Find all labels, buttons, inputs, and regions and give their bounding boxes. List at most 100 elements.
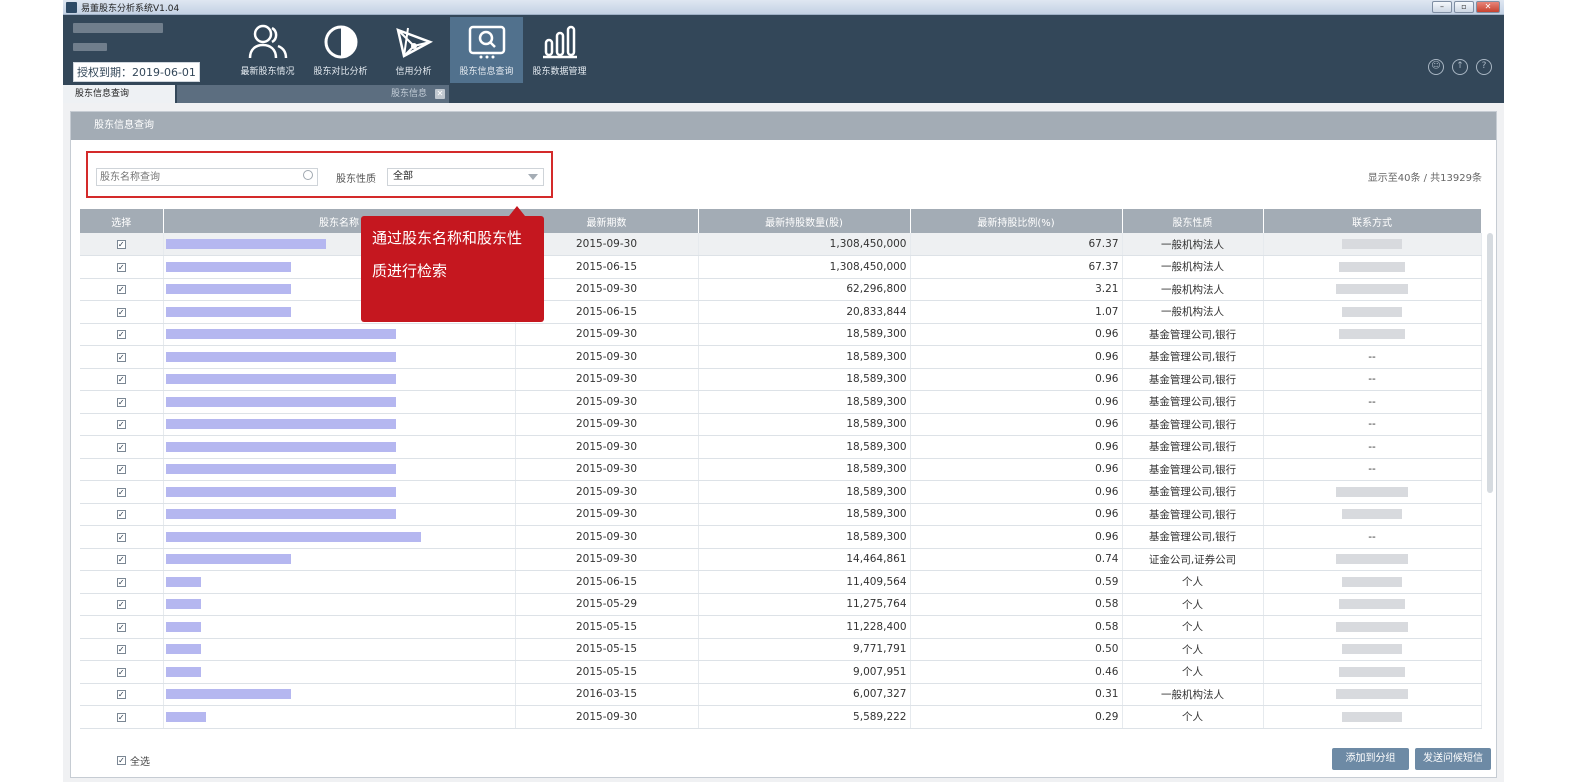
- table-row[interactable]: ✓ 2015-09-30 18,589,300 0.96 基金管理公司,银行: [80, 480, 1482, 504]
- shareholder-name-cell[interactable]: [163, 638, 516, 661]
- row-checkbox[interactable]: ✓: [116, 555, 126, 565]
- row-select-cell[interactable]: ✓: [80, 413, 164, 436]
- shareholder-name-cell[interactable]: [163, 390, 516, 414]
- row-checkbox[interactable]: ✓: [116, 622, 126, 632]
- row-select-cell[interactable]: ✓: [80, 570, 164, 594]
- search-icon[interactable]: [303, 170, 313, 180]
- row-checkbox[interactable]: ✓: [116, 577, 126, 587]
- row-checkbox[interactable]: ✓: [116, 330, 126, 340]
- row-checkbox[interactable]: ✓: [116, 262, 126, 272]
- shareholder-name-cell[interactable]: [163, 593, 516, 616]
- row-checkbox[interactable]: ✓: [116, 667, 126, 677]
- help-icon[interactable]: ?: [1476, 59, 1492, 75]
- minimize-button[interactable]: –: [1432, 1, 1452, 13]
- shareholder-name-cell[interactable]: [163, 458, 516, 481]
- row-checkbox[interactable]: ✓: [116, 532, 126, 542]
- row-select-cell[interactable]: ✓: [80, 390, 164, 414]
- row-select-cell[interactable]: ✓: [80, 660, 164, 684]
- col-contact[interactable]: 联系方式: [1263, 209, 1482, 233]
- shareholder-name-cell[interactable]: [163, 570, 516, 594]
- row-select-cell[interactable]: ✓: [80, 548, 164, 571]
- row-checkbox[interactable]: ✓: [116, 307, 126, 317]
- row-checkbox[interactable]: ✓: [116, 645, 126, 655]
- row-checkbox[interactable]: ✓: [116, 420, 126, 430]
- row-select-cell[interactable]: ✓: [80, 278, 164, 301]
- row-select-cell[interactable]: ✓: [80, 368, 164, 391]
- row-checkbox[interactable]: ✓: [116, 510, 126, 520]
- table-row[interactable]: ✓ 2015-09-30 18,589,300 0.96 基金管理公司,银行: [80, 503, 1482, 526]
- col-shares[interactable]: 最新持股数量(股): [698, 209, 911, 233]
- shareholder-name-cell[interactable]: [163, 435, 516, 459]
- row-select-cell[interactable]: ✓: [80, 683, 164, 706]
- table-row[interactable]: ✓ 2015-09-30 14,464,861 0.74 证金公司,证券公司: [80, 548, 1482, 571]
- close-button[interactable]: ✕: [1476, 1, 1500, 13]
- upload-icon[interactable]: ↑: [1452, 59, 1468, 75]
- table-row[interactable]: ✓ 2015-06-15 1,308,450,000 67.37 一般机构法人: [80, 255, 1482, 279]
- nav-compare-analysis[interactable]: 股东对比分析: [304, 17, 377, 83]
- table-row[interactable]: ✓ 2015-05-15 9,771,791 0.50 个人: [80, 638, 1482, 661]
- row-checkbox[interactable]: ✓: [116, 690, 126, 700]
- table-row[interactable]: ✓ 2015-09-30 5,589,222 0.29 个人: [80, 705, 1482, 729]
- shareholder-name-cell[interactable]: [163, 548, 516, 571]
- add-to-group-button[interactable]: 添加到分组: [1332, 748, 1409, 770]
- row-select-cell[interactable]: ✓: [80, 525, 164, 549]
- row-select-cell[interactable]: ✓: [80, 435, 164, 459]
- row-checkbox[interactable]: ✓: [116, 442, 126, 452]
- table-row[interactable]: ✓ 2015-09-30 18,589,300 0.96 基金管理公司,银行: [80, 323, 1482, 346]
- shareholder-name-cell[interactable]: [163, 525, 516, 549]
- table-row[interactable]: ✓ 2015-05-15 11,228,400 0.58 个人: [80, 615, 1482, 639]
- maximize-button[interactable]: ▫: [1454, 1, 1474, 13]
- row-select-cell[interactable]: ✓: [80, 705, 164, 729]
- shareholder-name-cell[interactable]: [163, 705, 516, 729]
- table-row[interactable]: ✓ 2015-06-15 11,409,564 0.59 个人: [80, 570, 1482, 594]
- row-select-cell[interactable]: ✓: [80, 300, 164, 324]
- table-row[interactable]: ✓ 2015-09-30 18,589,300 0.96 基金管理公司,银行 --: [80, 458, 1482, 481]
- row-checkbox[interactable]: ✓: [116, 465, 126, 475]
- table-row[interactable]: ✓ 2016-03-15 6,007,327 0.31 一般机构法人: [80, 683, 1482, 706]
- table-row[interactable]: ✓ 2015-06-15 20,833,844 1.07 一般机构法人: [80, 300, 1482, 324]
- table-row[interactable]: ✓ 2015-05-15 9,007,951 0.46 个人: [80, 660, 1482, 684]
- nav-credit-analysis[interactable]: 信用分析: [377, 17, 450, 83]
- row-checkbox[interactable]: ✓: [116, 487, 126, 497]
- shareholder-name-cell[interactable]: [163, 660, 516, 684]
- col-ratio[interactable]: 最新持股比例(%): [910, 209, 1123, 233]
- nav-data-management[interactable]: 股东数据管理: [523, 17, 596, 83]
- tab-shareholder-info[interactable]: 股东信息 ✕: [177, 85, 449, 103]
- table-row[interactable]: ✓ 2015-09-30 18,589,300 0.96 基金管理公司,银行 --: [80, 390, 1482, 414]
- table-row[interactable]: ✓ 2015-09-30 18,589,300 0.96 基金管理公司,银行 --: [80, 435, 1482, 459]
- row-checkbox[interactable]: ✓: [116, 397, 126, 407]
- type-select[interactable]: 全部: [387, 168, 544, 186]
- close-tab-icon[interactable]: ✕: [435, 89, 445, 99]
- search-input[interactable]: [96, 168, 318, 186]
- table-row[interactable]: ✓ 2015-09-30 18,589,300 0.96 基金管理公司,银行 --: [80, 525, 1482, 549]
- shareholder-name-cell[interactable]: [163, 323, 516, 346]
- row-select-cell[interactable]: ✓: [80, 233, 164, 256]
- table-row[interactable]: ✓ 2015-05-29 11,275,764 0.58 个人: [80, 593, 1482, 616]
- row-select-cell[interactable]: ✓: [80, 638, 164, 661]
- tab-shareholder-query[interactable]: 股东信息查询: [63, 85, 175, 103]
- table-row[interactable]: ✓ 2015-09-30 1,308,450,000 67.37 一般机构法人: [80, 233, 1482, 256]
- shareholder-name-cell[interactable]: [163, 480, 516, 504]
- select-all[interactable]: ✓ 全选: [117, 753, 150, 768]
- select-all-checkbox[interactable]: ✓: [117, 756, 126, 765]
- row-checkbox[interactable]: ✓: [116, 285, 126, 295]
- row-checkbox[interactable]: ✓: [116, 352, 126, 362]
- col-type[interactable]: 股东性质: [1122, 209, 1264, 233]
- shareholder-name-cell[interactable]: [163, 503, 516, 526]
- shareholder-name-cell[interactable]: [163, 413, 516, 436]
- nav-latest-shareholders[interactable]: 最新股东情况: [231, 17, 304, 83]
- nav-shareholder-query[interactable]: 股东信息查询: [450, 17, 523, 83]
- table-row[interactable]: ✓ 2015-09-30 18,589,300 0.96 基金管理公司,银行 --: [80, 345, 1482, 369]
- row-select-cell[interactable]: ✓: [80, 480, 164, 504]
- row-checkbox[interactable]: ✓: [116, 712, 126, 722]
- table-scrollbar[interactable]: [1487, 233, 1493, 493]
- shareholder-name-cell[interactable]: [163, 683, 516, 706]
- row-select-cell[interactable]: ✓: [80, 593, 164, 616]
- row-select-cell[interactable]: ✓: [80, 323, 164, 346]
- row-checkbox[interactable]: ✓: [116, 600, 126, 610]
- shareholder-name-cell[interactable]: [163, 368, 516, 391]
- row-checkbox[interactable]: ✓: [116, 375, 126, 385]
- send-sms-button[interactable]: 发送问候短信: [1415, 748, 1491, 770]
- shareholder-name-cell[interactable]: [163, 615, 516, 639]
- table-row[interactable]: ✓ 2015-09-30 18,589,300 0.96 基金管理公司,银行 --: [80, 368, 1482, 391]
